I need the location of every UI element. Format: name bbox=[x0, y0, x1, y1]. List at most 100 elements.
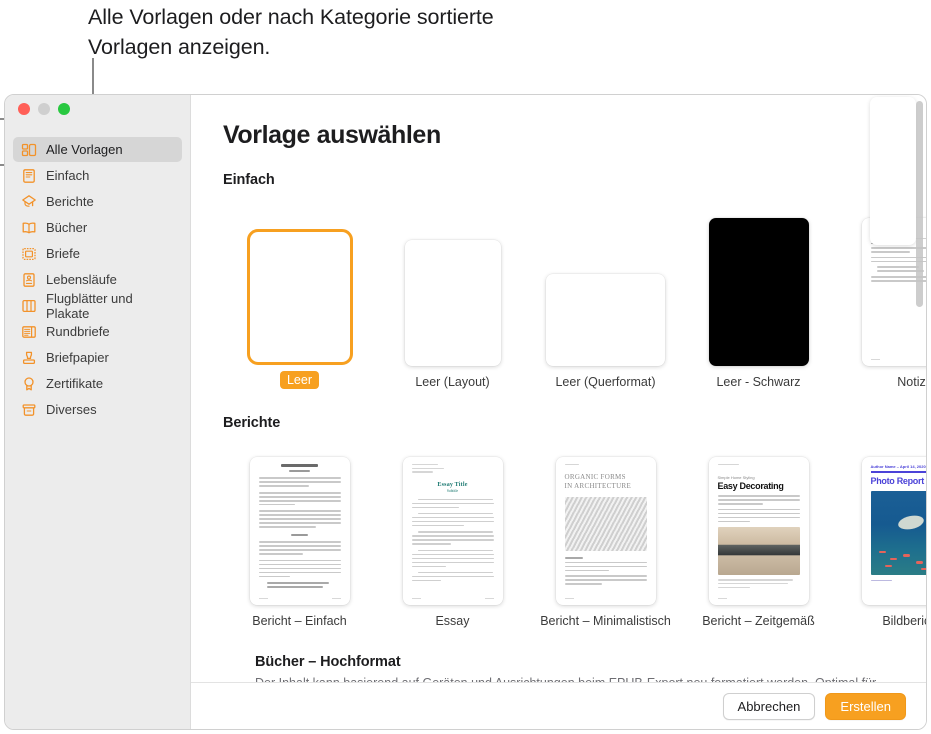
template-thumbnail[interactable] bbox=[546, 274, 665, 366]
template-caption: Essay bbox=[435, 614, 469, 628]
template-caption: Bericht – Einfach bbox=[252, 614, 347, 628]
template-chooser-window: Alle Vorlagen Einfach bbox=[4, 94, 927, 730]
sidebar-item-briefpapier[interactable]: Briefpapier bbox=[13, 345, 182, 370]
page-number-mark bbox=[412, 598, 421, 599]
page-number-mark bbox=[718, 598, 727, 599]
template-thumbnail[interactable]: ORGANIC FORMS IN ARCHITECTURE bbox=[556, 457, 656, 605]
architecture-image bbox=[565, 497, 647, 551]
sidebar-item-lebenslaeufe[interactable]: Lebensläufe bbox=[13, 267, 182, 292]
books-icon bbox=[21, 220, 37, 236]
sidebar-item-label: Bücher bbox=[46, 220, 87, 235]
section-einfach: Einfach Leer bbox=[223, 172, 926, 389]
template-caption: Bildbericht bbox=[882, 614, 926, 628]
maximize-button-icon[interactable] bbox=[58, 103, 70, 115]
photo-report-title: Photo Report bbox=[871, 476, 927, 486]
page-number-mark bbox=[259, 598, 268, 599]
template-caption: Leer (Layout) bbox=[415, 375, 489, 389]
sidebar-item-label: Einfach bbox=[46, 168, 89, 183]
sidebar-item-diverses[interactable]: Diverses bbox=[13, 397, 182, 422]
sidebar-item-label: Zertifikate bbox=[46, 376, 103, 391]
section-buecher-hochformat: Bücher – Hochformat Der Inhalt kann basi… bbox=[191, 654, 926, 682]
sidebar-item-einfach[interactable]: Einfach bbox=[13, 163, 182, 188]
template-card-bericht-einfach[interactable]: Bericht – Einfach bbox=[223, 445, 376, 628]
modern-report-kicker: Simple Home Styling bbox=[718, 475, 800, 480]
page-number-mark bbox=[871, 359, 880, 360]
thumbnail-holder bbox=[529, 206, 682, 366]
template-thumbnail[interactable]: Simple Home Styling Easy Decorating bbox=[709, 457, 809, 605]
thumbnail-holder bbox=[223, 202, 376, 362]
stationery-icon bbox=[21, 350, 37, 366]
sidebar-item-buecher[interactable]: Bücher bbox=[13, 215, 182, 240]
template-caption: Bericht – Minimalistisch bbox=[540, 614, 671, 628]
thumbnail-holder bbox=[223, 445, 376, 605]
minimal-report-title-line1: ORGANIC FORMS bbox=[565, 473, 626, 481]
template-row: Leer Leer (Layout) bbox=[223, 202, 926, 389]
cancel-button[interactable]: Abbrechen bbox=[723, 693, 816, 720]
thumbnail-holder bbox=[376, 206, 529, 366]
sidebar-item-briefe[interactable]: Briefe bbox=[13, 241, 182, 266]
template-thumbnail[interactable] bbox=[250, 232, 350, 362]
miscellaneous-icon bbox=[21, 402, 37, 418]
letters-icon bbox=[21, 246, 37, 262]
sidebar-item-flugblaetter-und-plakate[interactable]: Flugblätter und Plakate bbox=[13, 293, 182, 318]
screenshot-stage: Alle Vorlagen oder nach Kategorie sortie… bbox=[0, 0, 931, 734]
template-card-leer-schwarz[interactable]: Leer - Schwarz bbox=[682, 206, 835, 389]
sidebar: Alle Vorlagen Einfach bbox=[5, 95, 191, 729]
template-card-leer-layout[interactable]: Leer (Layout) bbox=[376, 206, 529, 389]
template-thumbnail[interactable]: Essay Title Subtitle bbox=[403, 457, 503, 605]
sidebar-category-list: Alle Vorlagen Einfach bbox=[5, 123, 190, 422]
template-caption: Leer bbox=[280, 371, 319, 389]
template-thumbnail[interactable]: Author Name – April 14, 2020 Photo Repor… bbox=[862, 457, 927, 605]
sidebar-item-label: Flugblätter und Plakate bbox=[46, 291, 174, 321]
turtle-shape bbox=[897, 513, 925, 531]
thumbnail-holder bbox=[682, 206, 835, 366]
sidebar-item-label: Briefe bbox=[46, 246, 80, 261]
essay-title-text: Essay Title bbox=[412, 482, 494, 488]
template-thumbnail[interactable] bbox=[405, 240, 501, 366]
essay-subtitle-text: Subtitle bbox=[412, 489, 494, 493]
template-thumbnail[interactable] bbox=[709, 218, 809, 366]
sidebar-item-label: Diverses bbox=[46, 402, 97, 417]
thumbnail-holder: Essay Title Subtitle bbox=[376, 445, 529, 605]
section-title: Einfach bbox=[223, 172, 926, 188]
template-card-essay[interactable]: Essay Title Subtitle bbox=[376, 445, 529, 628]
gallery-scroll-area[interactable]: Vorlage auswählen Einfach Leer bbox=[191, 95, 926, 682]
template-card-bildbericht[interactable]: Author Name – April 14, 2020 Photo Repor… bbox=[835, 445, 926, 628]
sidebar-item-label: Lebensläufe bbox=[46, 272, 117, 287]
sidebar-item-label: Alle Vorlagen bbox=[46, 142, 123, 157]
room-photo bbox=[718, 527, 800, 575]
vertical-scrollbar[interactable] bbox=[916, 101, 923, 307]
template-card-bericht-zeitgemaess[interactable]: Simple Home Styling Easy Decorating bbox=[682, 445, 835, 628]
template-card-bericht-minimalistisch[interactable]: ORGANIC FORMS IN ARCHITECTURE bbox=[529, 445, 682, 628]
template-caption: Bericht – Zeitgemäß bbox=[702, 614, 815, 628]
resume-icon bbox=[21, 272, 37, 288]
sidebar-item-rundbriefe[interactable]: Rundbriefe bbox=[13, 319, 182, 344]
close-button-icon[interactable] bbox=[18, 103, 30, 115]
template-caption: Leer - Schwarz bbox=[716, 375, 800, 389]
create-button[interactable]: Erstellen bbox=[825, 693, 906, 720]
sea-turtle-photo bbox=[871, 491, 927, 575]
thumbnail-holder: Simple Home Styling Easy Decorating bbox=[682, 445, 835, 605]
template-thumbnail[interactable] bbox=[250, 457, 350, 605]
template-row: Bericht – Einfach bbox=[223, 445, 926, 628]
reports-icon bbox=[21, 194, 37, 210]
newsletters-icon bbox=[21, 324, 37, 340]
window-traffic-lights bbox=[5, 95, 190, 123]
sidebar-item-berichte[interactable]: Berichte bbox=[13, 189, 182, 214]
flyers-posters-icon bbox=[21, 298, 37, 314]
thumbnail-holder: ORGANIC FORMS IN ARCHITECTURE bbox=[529, 445, 682, 605]
minimal-report-title: ORGANIC FORMS IN ARCHITECTURE bbox=[565, 473, 647, 491]
modern-report-preview-art: Simple Home Styling Easy Decorating bbox=[709, 457, 809, 605]
template-gallery: Vorlage auswählen Einfach Leer bbox=[191, 95, 926, 729]
template-caption: Notiz bbox=[897, 375, 925, 389]
callout-annotation-text: Alle Vorlagen oder nach Kategorie sortie… bbox=[88, 2, 558, 62]
sidebar-item-alle-vorlagen[interactable]: Alle Vorlagen bbox=[13, 137, 182, 162]
template-card-leer-querformat[interactable]: Leer (Querformat) bbox=[529, 206, 682, 389]
certificates-icon bbox=[21, 376, 37, 392]
template-card-partial-offscreen[interactable] bbox=[870, 97, 916, 245]
photo-report-preview-art: Author Name – April 14, 2020 Photo Repor… bbox=[862, 457, 927, 605]
template-card-leer[interactable]: Leer bbox=[223, 202, 376, 389]
page-number-mark bbox=[332, 598, 341, 599]
minimize-button-icon[interactable] bbox=[38, 103, 50, 115]
sidebar-item-zertifikate[interactable]: Zertifikate bbox=[13, 371, 182, 396]
